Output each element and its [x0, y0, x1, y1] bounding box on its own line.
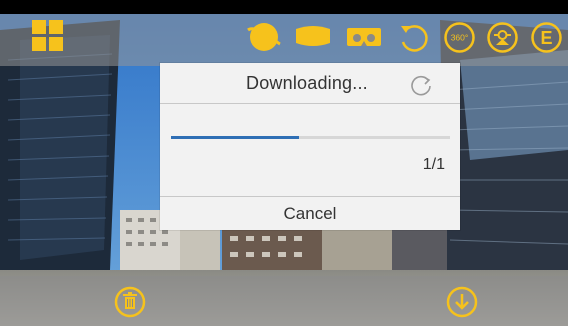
rotate-icon[interactable]: [398, 22, 430, 54]
gyro-icon[interactable]: [486, 21, 519, 54]
grid-icon[interactable]: [32, 20, 64, 52]
svg-text:E: E: [540, 28, 552, 48]
cancel-button[interactable]: Cancel: [160, 198, 460, 230]
progress-fill: [171, 136, 300, 139]
top-toolbar: 360° E: [0, 0, 568, 66]
download-count: 1/1: [422, 156, 445, 173]
view-360-icon[interactable]: 360°: [443, 21, 476, 54]
bottom-toolbar: [0, 276, 568, 326]
divider: [160, 103, 460, 104]
download-dialog: Downloading... 1/1 Cancel: [160, 63, 460, 230]
app-screen: 360° E Downloading... 1/1 Cancel: [0, 0, 568, 326]
vr-glasses-icon[interactable]: [346, 26, 382, 48]
edit-mode-icon[interactable]: E: [530, 21, 563, 54]
download-progress-bar: [171, 136, 450, 139]
status-band: [0, 0, 568, 14]
loading-spinner-icon: [410, 74, 432, 101]
divider: [160, 196, 460, 197]
dialog-title: Downloading...: [246, 73, 368, 93]
trash-icon[interactable]: [114, 286, 146, 318]
download-icon[interactable]: [446, 286, 478, 318]
svg-text:360°: 360°: [451, 33, 469, 43]
dialog-header: Downloading...: [160, 63, 460, 103]
toolbar-background: [0, 14, 568, 66]
planet-view-icon[interactable]: [246, 20, 282, 54]
panorama-icon[interactable]: [294, 25, 332, 47]
